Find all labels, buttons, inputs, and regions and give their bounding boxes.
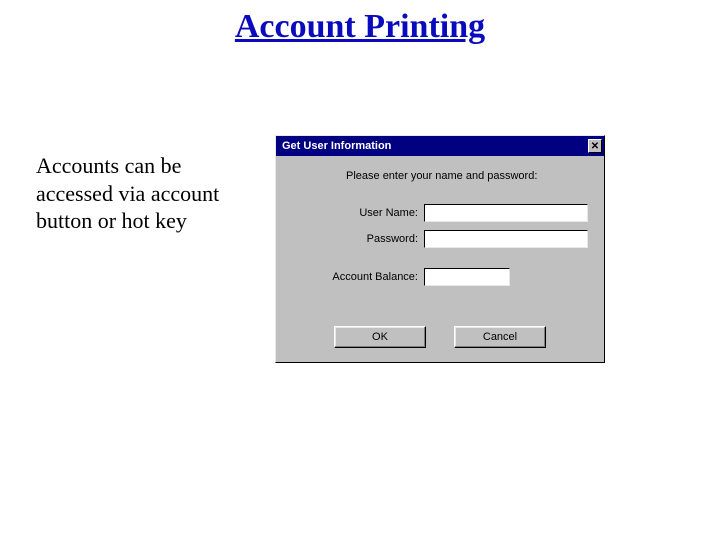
account-balance-row: Account Balance:: [312, 268, 510, 286]
user-name-label: User Name:: [312, 207, 418, 219]
slide-body-text: Accounts can be accessed via account but…: [36, 152, 236, 235]
close-button[interactable]: ✕: [588, 139, 602, 153]
close-icon: ✕: [591, 141, 599, 152]
dialog-titlebar: Get User Information ✕: [276, 136, 604, 156]
user-name-input[interactable]: [424, 204, 588, 222]
dialog-prompt: Please enter your name and password:: [346, 170, 586, 182]
get-user-information-dialog: Get User Information ✕ Please enter your…: [275, 135, 605, 363]
cancel-button[interactable]: Cancel: [454, 326, 546, 348]
dialog-title: Get User Information: [282, 140, 391, 152]
account-balance-label: Account Balance:: [312, 271, 418, 283]
password-row: Password:: [312, 230, 588, 248]
ok-button[interactable]: OK: [334, 326, 426, 348]
slide-title: Account Printing: [0, 8, 720, 46]
password-input[interactable]: [424, 230, 588, 248]
password-label: Password:: [312, 233, 418, 245]
dialog-button-bar: OK Cancel: [276, 326, 604, 348]
user-name-row: User Name:: [312, 204, 588, 222]
account-balance-display: [424, 268, 510, 286]
